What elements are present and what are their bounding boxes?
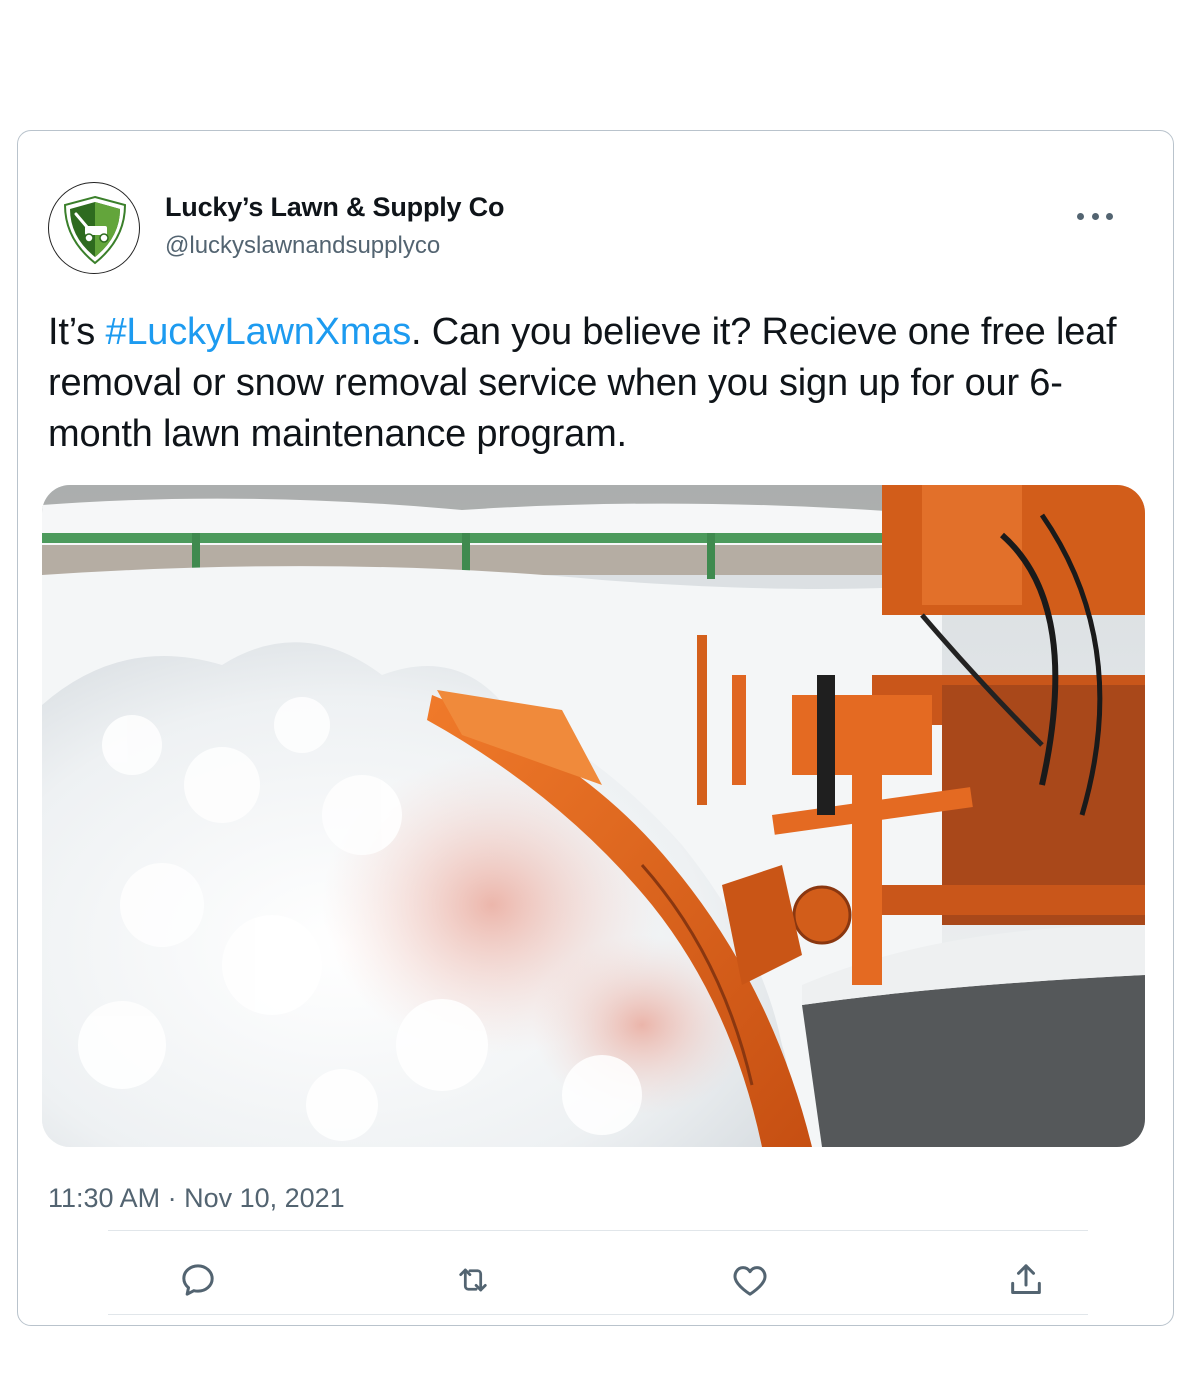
user-handle[interactable]: @luckyslawnandsupplyco	[165, 232, 440, 260]
divider	[108, 1230, 1088, 1231]
snow-plow-photo	[42, 485, 1145, 1147]
like-icon[interactable]	[730, 1260, 770, 1300]
tweet-text-before: It’s	[48, 311, 106, 353]
tweet-text: It’s #LuckyLawnXmas. Can you believe it?…	[48, 307, 1148, 460]
more-dot	[1091, 212, 1099, 220]
divider	[108, 1314, 1088, 1315]
display-name[interactable]: Lucky’s Lawn & Supply Co	[165, 192, 504, 223]
share-icon[interactable]	[1006, 1260, 1046, 1300]
more-dot	[1106, 212, 1113, 220]
more-dot	[1077, 212, 1084, 220]
reply-icon[interactable]	[178, 1260, 218, 1300]
retweet-icon[interactable]	[453, 1260, 493, 1300]
more-options-icon[interactable]	[1077, 201, 1113, 231]
tweet-image[interactable]	[42, 485, 1145, 1147]
hashtag-link[interactable]: #LuckyLawnXmas	[105, 311, 411, 353]
action-bar	[18, 1236, 1173, 1316]
tweet-card: Lucky’s Lawn & Supply Co @luckyslawnands…	[17, 130, 1174, 1326]
avatar[interactable]	[48, 182, 140, 274]
lawnmower-shield-logo-icon	[63, 195, 127, 265]
tweet-timestamp[interactable]: 11:30 AM · Nov 10, 2021	[48, 1183, 345, 1214]
